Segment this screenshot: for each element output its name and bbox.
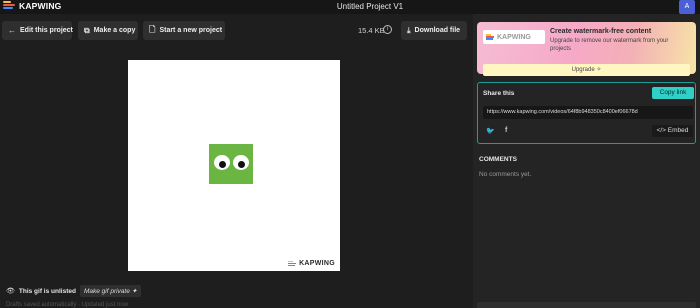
right-eye — [233, 155, 249, 170]
embed-label: Embed — [667, 127, 689, 134]
facebook-icon[interactable]: f — [505, 127, 507, 134]
back-arrow-icon: ← — [8, 26, 16, 35]
comment-input[interactable] — [477, 302, 696, 308]
project-title: Untitled Project V1 — [336, 2, 404, 11]
upgrade-button[interactable]: Upgrade ✧ — [483, 64, 690, 76]
edit-project-label: Edit this project — [20, 27, 73, 34]
make-private-button[interactable]: Make gif private ✦ — [79, 285, 142, 297]
edit-project-button[interactable]: ← Edit this project — [2, 21, 73, 40]
copy-icon: ⧉ — [84, 25, 90, 35]
top-bar: KAPWING Untitled Project V1 A — [0, 0, 700, 14]
watermark-logo-icon — [288, 260, 297, 267]
watermark-text: KAPWING — [299, 260, 335, 267]
gif-preview: KAPWING — [128, 60, 340, 271]
code-icon: </> — [656, 127, 666, 134]
comments-empty-state: No comments yet. — [479, 171, 532, 178]
share-title: Share this — [483, 90, 515, 97]
upgrade-card: KAPWING Create watermark-free content Up… — [477, 22, 696, 76]
eye-icon: 👁 — [6, 288, 15, 295]
right-sidebar: KAPWING Create watermark-free content Up… — [473, 14, 700, 308]
embed-button[interactable]: </> Embed — [652, 125, 693, 137]
upgrade-logo-icon — [486, 34, 495, 40]
copy-link-button[interactable]: Copy link — [652, 87, 694, 99]
new-document-icon: 🗋 — [149, 24, 156, 34]
footer-faded-text: Drafts saved automatically · Updated jus… — [6, 302, 129, 308]
new-project-button[interactable]: 🗋 Start a new project — [143, 21, 225, 40]
info-icon[interactable]: i — [383, 25, 392, 34]
file-size: 15.4 KB — [358, 26, 385, 35]
make-copy-label: Make a copy — [93, 27, 136, 34]
upgrade-subtitle: Upgrade to remove our watermark from you… — [550, 38, 669, 52]
download-label: Download file — [414, 27, 461, 34]
new-project-label: Start a new project — [159, 27, 223, 34]
download-icon: ⤓ — [407, 25, 411, 35]
avatar[interactable]: A — [679, 0, 695, 14]
upgrade-logo: KAPWING — [483, 30, 545, 44]
upgrade-title: Create watermark-free content — [550, 28, 652, 35]
share-card: Share this Copy link https://www.kapwing… — [477, 82, 696, 144]
watermark: KAPWING — [288, 260, 335, 267]
make-copy-button[interactable]: ⧉ Make a copy — [78, 21, 138, 40]
left-eye — [214, 155, 230, 170]
frog-graphic — [209, 144, 253, 184]
share-url-field[interactable]: https://www.kapwing.com/videos/64f8b9483… — [483, 106, 693, 119]
visibility-status: 👁 This gif is unlisted Make gif private … — [6, 285, 142, 297]
upgrade-logo-text: KAPWING — [497, 33, 531, 41]
comments-heading: COMMENTS — [479, 156, 517, 163]
twitter-icon[interactable]: 🐦 — [486, 127, 495, 135]
download-button[interactable]: ⤓ Download file — [401, 21, 467, 40]
unlisted-label: This gif is unlisted — [18, 287, 76, 295]
